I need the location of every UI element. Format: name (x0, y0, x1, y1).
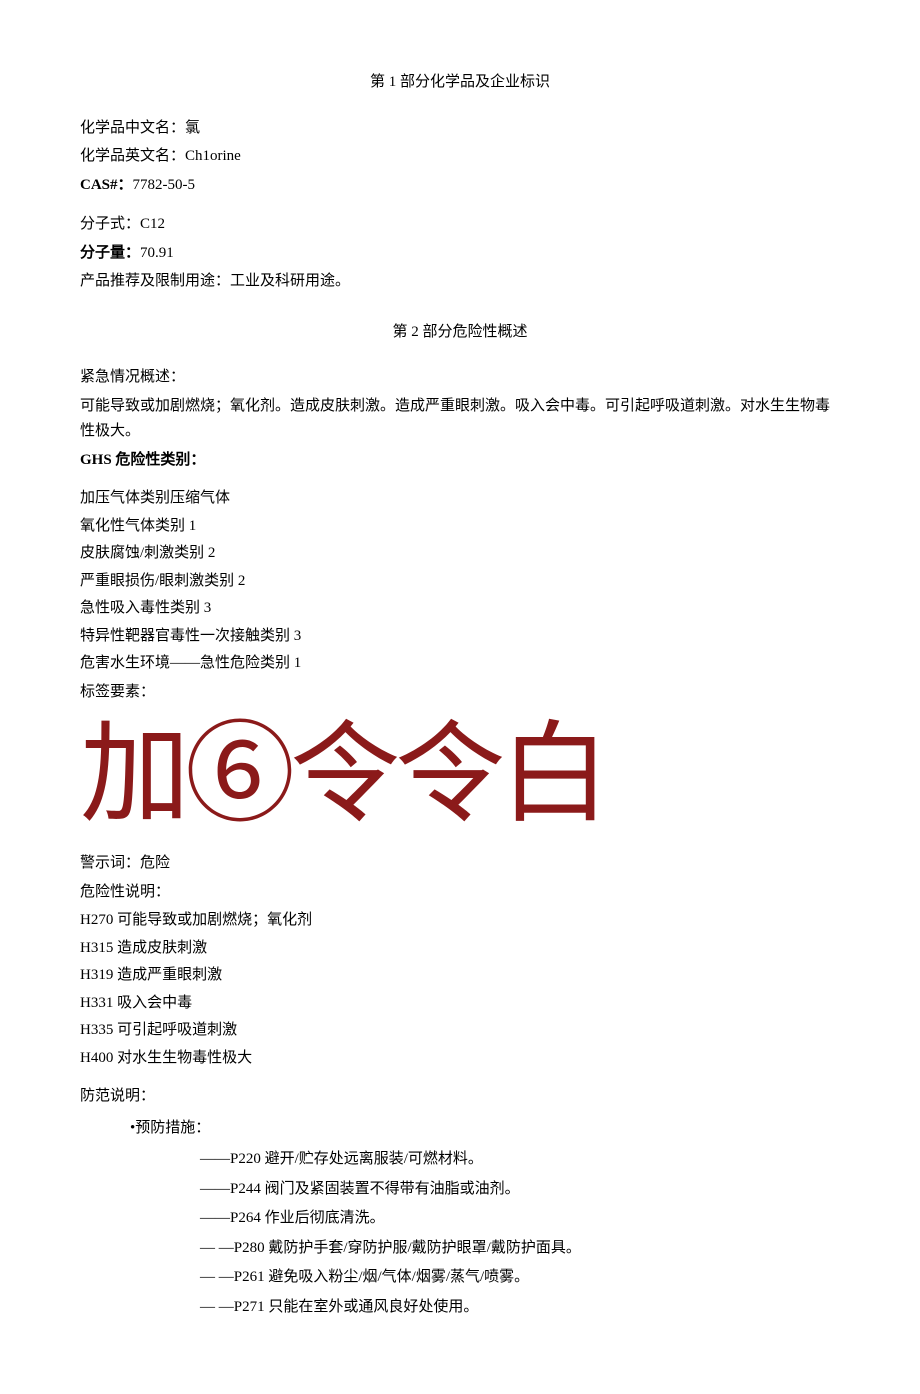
formula-value: C12 (140, 216, 165, 232)
h-1: H315 造成皮肤刺激 (80, 936, 840, 962)
emergency-label: 紧急情况概述： (80, 365, 840, 391)
h-5: H400 对水生生物毒性极大 (80, 1046, 840, 1072)
ghs-pictograms: 加⑥令令白 (80, 715, 840, 836)
ghs-cat-1: 氧化性气体类别 1 (80, 514, 840, 540)
h-3: H331 吸入会中毒 (80, 991, 840, 1017)
p-4: — —P261 避免吸入粉尘/烟/气体/烟雾/蒸气/喷雾。 (200, 1265, 840, 1291)
p-0: ——P220 避开/贮存处远离服装/可燃材料。 (200, 1147, 840, 1173)
emergency-text: 可能导致或加剧燃烧；氧化剂。造成皮肤刺激。造成严重眼刺激。吸入会中毒。可引起呼吸… (80, 394, 840, 445)
mw-value: 70.91 (140, 245, 174, 261)
formula-label: 分子式： (80, 216, 140, 232)
name-en-label: 化学品英文名： (80, 148, 185, 164)
p-5: — —P271 只能在室外或通风良好处使用。 (200, 1295, 840, 1321)
ghs-cat-3: 严重眼损伤/眼刺激类别 2 (80, 569, 840, 595)
section1-title: 第 1 部分化学品及企业标识 (80, 70, 840, 96)
p-2: ——P264 作业后彻底清洗。 (200, 1206, 840, 1232)
ghs-label: GHS 危险性类别： (80, 448, 840, 474)
cas-value: 7782-50-5 (133, 177, 196, 193)
uses-label: 产品推荐及限制用途： (80, 273, 230, 289)
ghs-cat-6: 危害水生环境——急性危险类别 1 (80, 651, 840, 677)
ghs-cat-2: 皮肤腐蚀/刺激类别 2 (80, 541, 840, 567)
name-cn-value: 氯 (185, 120, 200, 136)
ghs-cat-4: 急性吸入毒性类别 3 (80, 596, 840, 622)
h-4: H335 可引起呼吸道刺激 (80, 1018, 840, 1044)
uses-value: 工业及科研用途。 (230, 273, 350, 289)
name-cn-label: 化学品中文名： (80, 120, 185, 136)
formula-line: 分子式：C12 (80, 212, 840, 238)
mw-line: 分子量：70.91 (80, 241, 840, 267)
p-1: ——P244 阀门及紧固装置不得带有油脂或油剂。 (200, 1177, 840, 1203)
name-en-value: Ch1orine (185, 148, 241, 164)
name-en-line: 化学品英文名：Ch1orine (80, 144, 840, 170)
signal-word-label: 警示词： (80, 855, 140, 871)
prevention-bullet: •预防措施： (130, 1116, 840, 1142)
p-3: — —P280 戴防护手套/穿防护服/戴防护眼罩/戴防护面具。 (200, 1236, 840, 1262)
signal-word-value: 危险 (140, 855, 170, 871)
hazard-statements-label: 危险性说明： (80, 880, 840, 906)
mw-label: 分子量： (80, 245, 140, 261)
h-2: H319 造成严重眼刺激 (80, 963, 840, 989)
name-cn-line: 化学品中文名：氯 (80, 116, 840, 142)
ghs-cat-5: 特异性靶器官毒性一次接触类别 3 (80, 624, 840, 650)
cas-label: CAS#： (80, 177, 133, 193)
precaution-label: 防范说明： (80, 1084, 840, 1110)
label-elements-label: 标签要素： (80, 680, 840, 706)
uses-line: 产品推荐及限制用途：工业及科研用途。 (80, 269, 840, 295)
signal-word-line: 警示词：危险 (80, 851, 840, 877)
cas-line: CAS#：7782-50-5 (80, 173, 840, 199)
h-0: H270 可能导致或加剧燃烧；氧化剂 (80, 908, 840, 934)
section2-title: 第 2 部分危险性概述 (80, 320, 840, 346)
ghs-cat-0: 加压气体类别压缩气体 (80, 486, 840, 512)
